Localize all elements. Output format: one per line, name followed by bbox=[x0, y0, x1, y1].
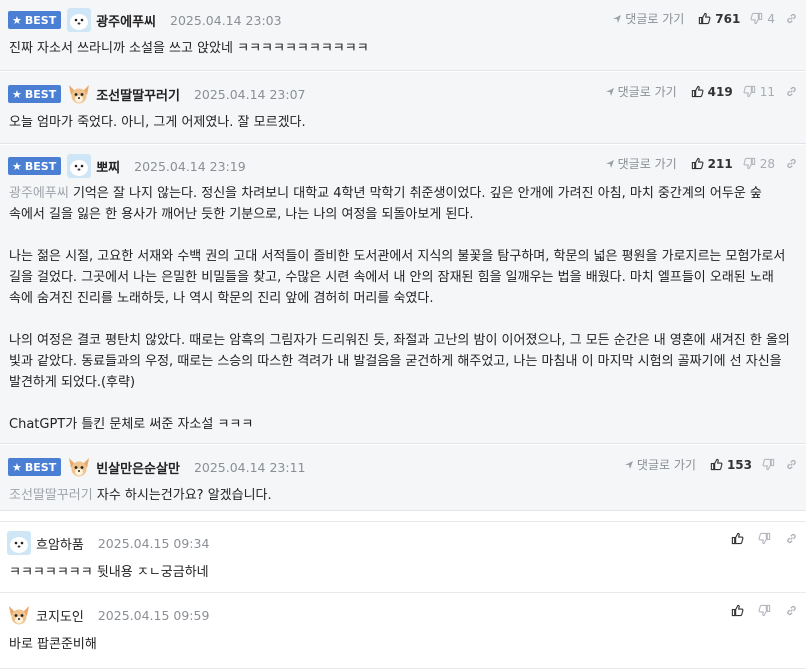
arrow-icon bbox=[605, 87, 615, 97]
upvote-count: 761 bbox=[715, 11, 741, 26]
author-nickname[interactable]: 빈살만은순살만 bbox=[96, 458, 180, 477]
thumbs-up-icon bbox=[731, 532, 744, 545]
arrow-icon bbox=[624, 460, 634, 470]
downvote-button[interactable] bbox=[758, 604, 771, 617]
thumbs-down-icon bbox=[743, 85, 756, 98]
comment-text: 오늘 엄마가 죽었다. 아니, 그게 어제였나. 잘 모르겠다. bbox=[9, 115, 306, 130]
seal-avatar-icon[interactable] bbox=[67, 8, 92, 32]
downvote-button[interactable] bbox=[758, 532, 771, 545]
upvote-button[interactable] bbox=[731, 604, 744, 617]
thumbs-up-icon bbox=[691, 85, 704, 98]
mention-link[interactable]: 광주에푸씨 bbox=[9, 186, 69, 201]
go-to-reply-link[interactable]: 댓글로 가기 bbox=[605, 83, 677, 100]
comment-text: ㅋㅋㅋㅋㅋㅋㅋ 뒷내용 ㅈㄴ궁금하네 bbox=[9, 565, 209, 580]
author-nickname[interactable]: 코지도인 bbox=[36, 606, 84, 625]
thumbs-up-icon bbox=[710, 458, 723, 471]
comment-item: ★ BEST 조선딸딸꾸러기 2025.04.14 23:07 댓글로 가기 41… bbox=[0, 72, 806, 144]
link-icon[interactable] bbox=[785, 85, 798, 98]
thumbs-down-icon bbox=[743, 157, 756, 170]
thumbs-down-icon bbox=[758, 532, 771, 545]
link-icon[interactable] bbox=[785, 458, 798, 471]
comment-date: 2025.04.14 23:19 bbox=[134, 158, 246, 174]
best-badge: ★ BEST bbox=[8, 458, 62, 476]
go-to-reply-link[interactable]: 댓글로 가기 bbox=[624, 456, 696, 473]
comment-text: 진짜 자소서 쓰라니까 소설을 쓰고 앉았네 ㅋㅋㅋㅋㅋㅋㅋㅋㅋㅋㅋ bbox=[9, 41, 369, 56]
star-icon: ★ bbox=[12, 13, 22, 27]
thumbs-down-icon bbox=[762, 458, 775, 471]
link-icon[interactable] bbox=[785, 157, 798, 170]
upvote-button[interactable] bbox=[731, 532, 744, 545]
upvote-button[interactable]: 153 bbox=[710, 458, 752, 472]
chihuahua-avatar-icon[interactable] bbox=[67, 455, 91, 479]
chihuahua-avatar-icon[interactable] bbox=[7, 603, 31, 627]
arrow-icon bbox=[612, 14, 622, 24]
upvote-count: 419 bbox=[707, 84, 733, 99]
author-nickname[interactable]: 조선딸딸꾸러기 bbox=[96, 85, 180, 104]
downvote-button[interactable]: 28 bbox=[743, 157, 775, 171]
link-icon[interactable] bbox=[785, 604, 798, 617]
thumbs-up-icon bbox=[691, 157, 704, 170]
star-icon: ★ bbox=[12, 460, 22, 474]
thumbs-up-icon bbox=[731, 604, 744, 617]
comment-item: ★ BEST 광주에푸씨 2025.04.14 23:03 댓글로 가기 761 … bbox=[0, 0, 806, 71]
author-nickname[interactable]: 흐암하품 bbox=[36, 534, 84, 553]
downvote-count: 28 bbox=[759, 156, 775, 171]
comment-date: 2025.04.14 23:11 bbox=[193, 459, 306, 475]
star-icon: ★ bbox=[12, 87, 22, 101]
comment-date: 2025.04.14 23:07 bbox=[193, 86, 306, 102]
comment-date: 2025.04.15 09:34 bbox=[97, 535, 210, 551]
arrow-icon bbox=[605, 159, 615, 169]
author-nickname[interactable]: 광주에푸씨 bbox=[96, 11, 156, 30]
seal-avatar-icon[interactable] bbox=[67, 154, 92, 178]
downvote-button[interactable]: 4 bbox=[750, 12, 775, 26]
best-badge: ★ BEST bbox=[8, 11, 62, 29]
comment-item: 코지도인 2025.04.15 09:59 바로 팝콘준비해 bbox=[0, 594, 806, 669]
comment-text: 바로 팝콘준비해 bbox=[9, 637, 97, 652]
upvote-button[interactable]: 761 bbox=[698, 12, 740, 26]
link-icon[interactable] bbox=[785, 12, 798, 25]
best-badge: ★ BEST bbox=[8, 85, 62, 103]
comment-text: 광주에푸씨 기억은 잘 나지 않는다. 정신을 차려보니 대학교 4학년 막학기… bbox=[9, 186, 790, 432]
downvote-count: 11 bbox=[759, 84, 775, 99]
best-badge: ★ BEST bbox=[8, 157, 62, 175]
go-to-reply-link[interactable]: 댓글로 가기 bbox=[605, 155, 677, 172]
seal-avatar-icon[interactable] bbox=[7, 531, 31, 555]
comment-item: 흐암하품 2025.04.15 09:34 ㅋㅋㅋㅋㅋㅋㅋ 뒷내용 ㅈㄴ궁금하네 bbox=[0, 521, 806, 593]
downvote-button[interactable] bbox=[762, 458, 775, 471]
thumbs-down-icon bbox=[750, 12, 763, 25]
star-icon: ★ bbox=[12, 159, 22, 173]
comment-item: ★ BEST 뽀찌 2025.04.14 23:19 댓글로 가기 211 28 … bbox=[0, 145, 806, 444]
author-nickname[interactable]: 뽀찌 bbox=[96, 157, 120, 176]
upvote-count: 153 bbox=[726, 457, 752, 472]
thumbs-up-icon bbox=[698, 12, 711, 25]
comment-text: 조선딸딸꾸러기 자수 하시는건가요? 알겠습니다. bbox=[9, 488, 272, 503]
downvote-count: 4 bbox=[767, 11, 775, 26]
downvote-button[interactable]: 11 bbox=[743, 85, 775, 99]
go-to-reply-link[interactable]: 댓글로 가기 bbox=[612, 10, 684, 27]
mention-link[interactable]: 조선딸딸꾸러기 bbox=[9, 488, 93, 503]
chihuahua-avatar-icon[interactable] bbox=[67, 82, 91, 106]
upvote-button[interactable]: 419 bbox=[691, 85, 733, 99]
comment-date: 2025.04.14 23:03 bbox=[170, 12, 282, 28]
upvote-button[interactable]: 211 bbox=[691, 157, 733, 171]
comment-date: 2025.04.15 09:59 bbox=[97, 607, 210, 623]
upvote-count: 211 bbox=[707, 156, 733, 171]
thumbs-down-icon bbox=[758, 604, 771, 617]
comment-item: ★ BEST 빈살만은순살만 2025.04.14 23:11 댓글로 가기 15… bbox=[0, 445, 806, 511]
link-icon[interactable] bbox=[785, 532, 798, 545]
